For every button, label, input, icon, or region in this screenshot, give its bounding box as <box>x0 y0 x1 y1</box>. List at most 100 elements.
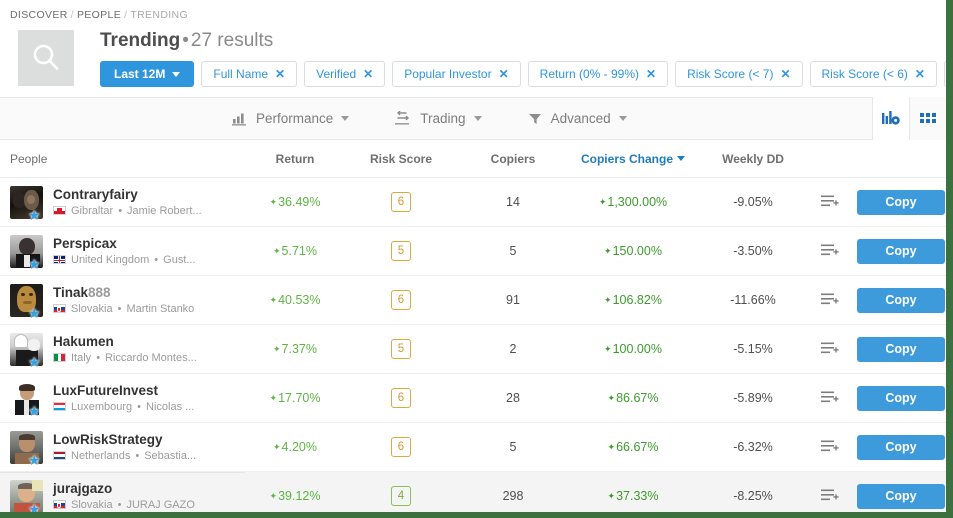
verified-star-icon: ★ <box>28 304 41 321</box>
close-icon[interactable]: ✕ <box>780 68 790 80</box>
close-icon[interactable]: ✕ <box>275 68 285 80</box>
copiers-change-value: 37.33% <box>616 489 659 503</box>
filter-chip-return[interactable]: Return (0% - 99%) ✕ <box>527 61 669 87</box>
table-row[interactable]: ★ Perspicax United Kingdom • Gust... ✦5.… <box>0 226 946 276</box>
column-header-weekly-dd[interactable]: Weekly DD <box>697 140 809 178</box>
add-to-list-icon[interactable] <box>821 194 839 208</box>
avatar[interactable]: ★ <box>10 283 43 321</box>
risk-score-badge: 4 <box>391 486 411 506</box>
username[interactable]: jurajgazo <box>53 481 195 496</box>
copiers-change-value: 106.82% <box>612 293 662 307</box>
toolbar-menu-trading[interactable]: Trading <box>395 111 482 126</box>
filter-chip-last-12m[interactable]: Last 12M <box>100 61 195 87</box>
filter-chip-label: Risk Score (< 7) <box>687 67 774 81</box>
filter-chip-verified[interactable]: Verified ✕ <box>304 61 386 87</box>
breadcrumb-item-people[interactable]: PEOPLE <box>77 9 121 21</box>
add-to-list-cell[interactable] <box>809 226 851 276</box>
view-button-columns[interactable] <box>872 97 909 140</box>
verified-star-icon: ★ <box>28 206 41 223</box>
person-cell[interactable]: ★ LuxFutureInvest Luxembourg • Nicolas .… <box>0 373 245 423</box>
avatar[interactable]: ★ <box>10 332 43 369</box>
table-row[interactable]: ★ LowRiskStrategy Netherlands • Sebastia… <box>0 422 946 472</box>
avatar[interactable]: ★ <box>10 185 43 223</box>
avatar[interactable]: ★ <box>10 479 43 517</box>
column-header-return[interactable]: Return <box>245 140 345 178</box>
add-to-list-icon[interactable] <box>821 243 839 257</box>
username[interactable]: LuxFutureInvest <box>53 383 194 398</box>
copy-button[interactable]: Copy <box>857 238 945 264</box>
up-arrow-icon: ✦ <box>269 295 278 305</box>
toolbar-menu-performance[interactable]: Performance <box>232 111 350 126</box>
add-to-list-cell[interactable] <box>809 471 851 512</box>
close-icon[interactable]: ✕ <box>363 68 373 80</box>
add-to-list-icon[interactable] <box>821 488 839 502</box>
person-cell[interactable]: ★ Hakumen Italy • Riccardo Montes... <box>0 324 245 374</box>
table-row[interactable]: ★ LuxFutureInvest Luxembourg • Nicolas .… <box>0 373 946 423</box>
avatar[interactable]: ★ <box>10 430 43 467</box>
add-to-list-cell[interactable] <box>809 324 851 374</box>
toolbar-menu-advanced[interactable]: Advanced <box>528 111 627 126</box>
copy-cell[interactable]: Copy <box>851 422 946 472</box>
weekly-dd-cell: -5.89% <box>697 373 809 423</box>
username[interactable]: Hakumen <box>53 334 197 349</box>
table-row[interactable]: ★ jurajgazo Slovakia • JURAJ GAZO ✦39.12… <box>0 471 946 517</box>
real-name: Sebastia... <box>144 449 197 462</box>
copy-cell[interactable]: Copy <box>851 275 946 325</box>
copy-button[interactable]: Copy <box>857 483 945 509</box>
verified-star-icon: ★ <box>28 500 41 517</box>
copy-cell[interactable]: Copy <box>851 226 946 276</box>
risk-score-badge: 6 <box>391 192 411 212</box>
column-header-copiers-change[interactable]: Copiers Change <box>569 140 697 178</box>
filter-chip-label: Return (0% - 99%) <box>539 67 640 81</box>
person-cell[interactable]: ★ Tinak888 Slovakia • Martin Stanko <box>0 275 245 325</box>
close-icon[interactable]: ✕ <box>646 68 656 80</box>
person-cell[interactable]: ★ Contraryfairy Gibraltar • Jamie Robert… <box>0 177 245 227</box>
add-to-list-cell[interactable] <box>809 373 851 423</box>
add-to-list-icon[interactable] <box>821 390 839 404</box>
column-header-risk-score[interactable]: Risk Score <box>345 140 457 178</box>
copy-cell[interactable]: Copy <box>851 177 946 227</box>
copy-button[interactable]: Copy <box>857 189 945 215</box>
copy-button[interactable]: Copy <box>857 336 945 362</box>
add-to-list-cell[interactable] <box>809 177 851 227</box>
column-header-copiers[interactable]: Copiers <box>457 140 569 178</box>
person-cell[interactable]: ★ Perspicax United Kingdom • Gust... <box>0 226 245 276</box>
copy-cell[interactable]: Copy <box>851 324 946 374</box>
return-value: 7.37% <box>281 342 317 356</box>
filter-chip-risk-score-6[interactable]: Risk Score (< 6) ✕ <box>809 61 937 87</box>
username[interactable]: LowRiskStrategy <box>53 432 196 447</box>
view-button-grid[interactable] <box>909 97 946 140</box>
table-row[interactable]: ★ Tinak888 Slovakia • Martin Stanko ✦40.… <box>0 275 946 325</box>
username[interactable]: Contraryfairy <box>53 187 202 202</box>
close-icon[interactable]: ✕ <box>915 68 925 80</box>
copiers-cell: 5 <box>457 422 569 472</box>
add-to-list-icon[interactable] <box>821 292 839 306</box>
username[interactable]: Perspicax <box>53 236 196 251</box>
add-to-list-cell[interactable] <box>809 275 851 325</box>
filter-chip-popular-investor[interactable]: Popular Investor ✕ <box>392 61 521 87</box>
avatar[interactable]: ★ <box>10 382 43 418</box>
filter-chip-risk-score-7[interactable]: Risk Score (< 7) ✕ <box>675 61 803 87</box>
breadcrumb-item-discover[interactable]: DISCOVER <box>10 9 68 21</box>
add-to-list-cell[interactable] <box>809 422 851 472</box>
table-row[interactable]: ★ Contraryfairy Gibraltar • Jamie Robert… <box>0 177 946 227</box>
avatar[interactable]: ★ <box>10 234 43 271</box>
risk-score-badge: 5 <box>391 241 411 261</box>
copy-button[interactable]: Copy <box>857 287 945 313</box>
person-cell[interactable]: ★ LowRiskStrategy Netherlands • Sebastia… <box>0 422 245 472</box>
filter-chip-label: Risk Score (< 6) <box>821 67 908 81</box>
filter-chip-full-name[interactable]: Full Name ✕ <box>201 61 298 87</box>
copy-button[interactable]: Copy <box>857 385 945 411</box>
person-cell[interactable]: ★ jurajgazo Slovakia • JURAJ GAZO <box>0 471 245 517</box>
copy-cell[interactable]: Copy <box>851 471 946 512</box>
copy-button[interactable]: Copy <box>857 434 945 460</box>
page-title-bullet: • <box>182 30 189 51</box>
add-to-list-icon[interactable] <box>821 341 839 355</box>
close-icon[interactable]: ✕ <box>499 68 509 80</box>
filter-chip-copiers[interactable]: Copiers <box>943 61 946 87</box>
copy-cell[interactable]: Copy <box>851 373 946 423</box>
add-to-list-icon[interactable] <box>821 439 839 453</box>
table-row[interactable]: ★ Hakumen Italy • Riccardo Montes... ✦7.… <box>0 324 946 374</box>
username[interactable]: Tinak888 <box>53 285 194 300</box>
column-header-people[interactable]: People <box>0 140 245 178</box>
